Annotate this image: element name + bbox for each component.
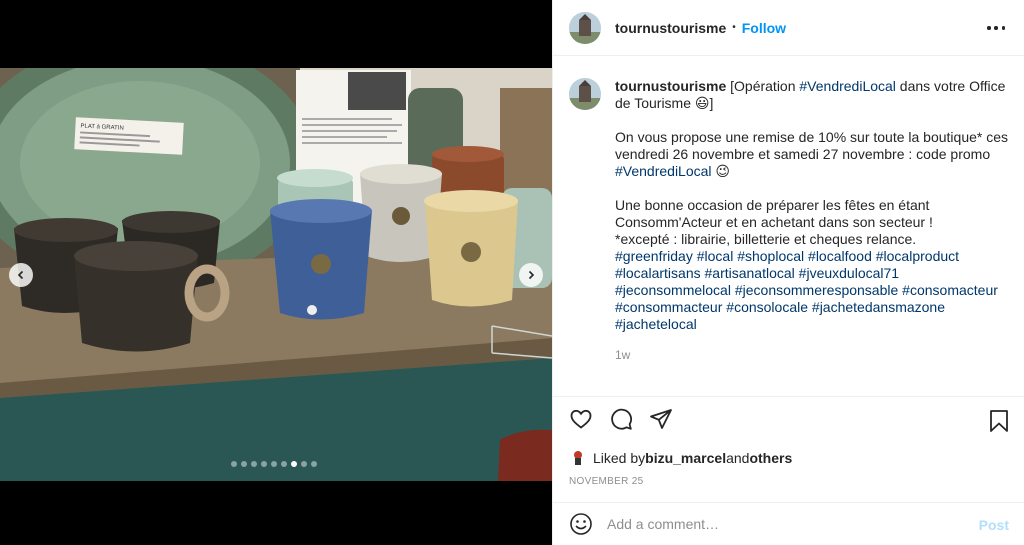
caption-offer-end: 😉: [711, 163, 731, 179]
slide-dot: [241, 461, 247, 467]
previous-slide-button[interactable]: [9, 263, 33, 287]
hashtag-link[interactable]: #shoplocal: [737, 248, 804, 264]
hashtag-list: #greenfriday #local #shoplocal #localfoo…: [615, 248, 1002, 332]
header-separator: •: [732, 22, 736, 33]
liker-username[interactable]: bizu_marcel: [645, 450, 726, 466]
hashtag-link[interactable]: #localartisans: [615, 265, 701, 281]
post-side-panel: tournustourisme • Follow tournustourisme…: [552, 0, 1024, 545]
emoji-icon[interactable]: [569, 512, 593, 536]
comment-icon[interactable]: [609, 407, 633, 431]
caption-text: tournustourisme [Opération #VendrediLoca…: [615, 78, 1009, 364]
slide-dot: [311, 461, 317, 467]
likes-others-link[interactable]: others: [749, 450, 792, 466]
slide-dot: [291, 461, 297, 467]
post-caption: tournustourisme [Opération #VendrediLoca…: [569, 78, 1009, 364]
post-photo[interactable]: PLAT à GRATIN: [0, 68, 552, 481]
liker-avatar[interactable]: [569, 449, 587, 467]
liker-avatar-image: [569, 449, 587, 467]
post-media: PLAT à GRATIN: [0, 0, 552, 545]
hashtag-link[interactable]: #consomacteur: [902, 282, 998, 298]
hashtag-link[interactable]: #localfood: [808, 248, 872, 264]
slide-dot: [261, 461, 267, 467]
hashtag-link[interactable]: #artisanatlocal: [705, 265, 795, 281]
comment-input[interactable]: [607, 516, 957, 532]
avatar[interactable]: [569, 11, 601, 44]
hashtag-link[interactable]: #jachetedansmazone: [812, 299, 945, 315]
hashtag-link[interactable]: #localproduct: [876, 248, 959, 264]
post-comment-button[interactable]: Post: [979, 517, 1009, 533]
caption-avatar[interactable]: [569, 78, 601, 110]
share-icon[interactable]: [649, 407, 673, 431]
hashtag-link[interactable]: #jachetelocal: [615, 316, 697, 332]
likes-prefix: Liked by: [593, 450, 646, 466]
more-icon: [987, 26, 991, 30]
slide-dot: [231, 461, 237, 467]
slide-dot: [251, 461, 257, 467]
slide-dot: [281, 461, 287, 467]
caption-offer: On vous propose une remise de 10% sur to…: [615, 129, 1012, 162]
chevron-left-icon: [17, 270, 24, 280]
avatar-image: [569, 11, 601, 44]
header-username[interactable]: tournustourisme: [615, 20, 726, 36]
hashtag-link[interactable]: #VendrediLocal: [615, 163, 712, 179]
more-options-button[interactable]: [987, 20, 1005, 36]
hashtag-link[interactable]: #greenfriday: [615, 248, 693, 264]
ceramics-illustration: PLAT à GRATIN: [0, 68, 552, 481]
more-icon-dot: [994, 26, 998, 30]
post-date[interactable]: NOVEMBER 25: [569, 476, 643, 487]
heart-icon[interactable]: [569, 407, 593, 431]
action-bar: [553, 397, 1024, 445]
comment-bar: Post: [553, 502, 1024, 545]
slide-dot: [271, 461, 277, 467]
caption-username[interactable]: tournustourisme: [615, 78, 726, 94]
follow-button[interactable]: Follow: [742, 20, 786, 36]
caption-intro: [Opération: [726, 78, 800, 94]
hashtag-link[interactable]: #consommacteur: [615, 299, 722, 315]
hashtag-link[interactable]: #local: [697, 248, 734, 264]
avatar-image: [569, 78, 601, 110]
hashtag-link[interactable]: #VendrediLocal: [799, 78, 896, 94]
more-icon-dot: [1001, 26, 1005, 30]
post-time[interactable]: 1w: [615, 347, 1009, 364]
post-header: tournustourisme • Follow: [553, 0, 1024, 56]
chevron-right-icon: [528, 270, 535, 280]
likes-summary: Liked by bizu_marcel and others: [569, 449, 792, 467]
next-slide-button[interactable]: [519, 263, 543, 287]
hashtag-link[interactable]: #jeconsommelocal: [615, 282, 731, 298]
hashtag-link[interactable]: #jeconsommeresponsable: [735, 282, 898, 298]
caption-body: Une bonne occasion de préparer les fêtes…: [615, 197, 933, 247]
post-actions-area: Liked by bizu_marcel and others NOVEMBER…: [553, 396, 1024, 487]
hashtag-link[interactable]: #consolocale: [726, 299, 808, 315]
hashtag-link[interactable]: #jveuxdulocal71: [799, 265, 899, 281]
likes-and: and: [726, 450, 750, 466]
slide-indicator: [231, 461, 317, 467]
bookmark-icon[interactable]: [987, 409, 1011, 433]
instagram-post: PLAT à GRATIN tournustourisme • Follow t…: [0, 0, 1024, 545]
slide-dot: [301, 461, 307, 467]
